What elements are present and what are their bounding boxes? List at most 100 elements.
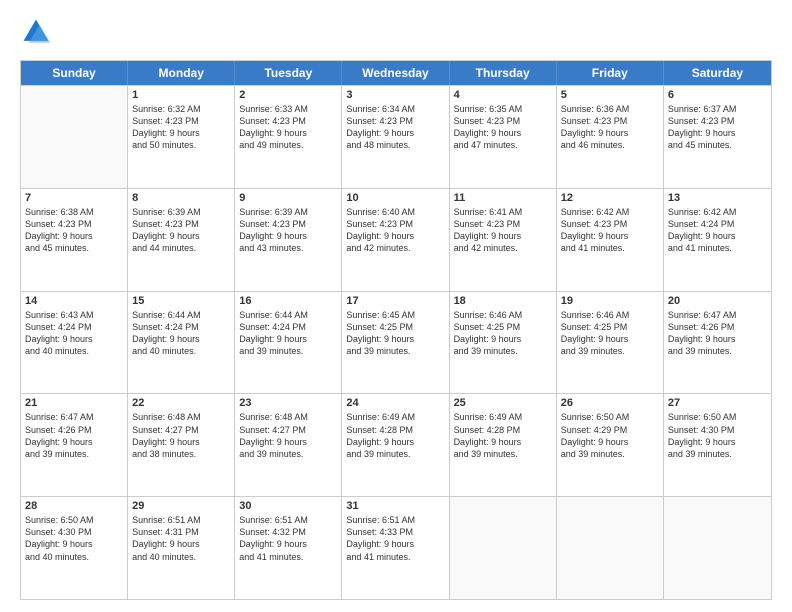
day-info: Sunrise: 6:37 AM Sunset: 4:23 PM Dayligh…: [668, 103, 767, 152]
day-number: 28: [25, 500, 123, 512]
day-number: 14: [25, 295, 123, 307]
day-number: 12: [561, 192, 659, 204]
calendar-cell: 13 Sunrise: 6:42 AM Sunset: 4:24 PM Dayli…: [664, 189, 771, 291]
page: SundayMondayTuesdayWednesdayThursdayFrid…: [0, 0, 792, 612]
day-info: Sunrise: 6:50 AM Sunset: 4:29 PM Dayligh…: [561, 411, 659, 460]
day-number: 31: [346, 500, 444, 512]
day-number: 1: [132, 89, 230, 101]
day-number: 5: [561, 89, 659, 101]
day-number: 11: [454, 192, 552, 204]
day-number: 3: [346, 89, 444, 101]
weekday-header: Thursday: [450, 61, 557, 85]
calendar-cell: 26 Sunrise: 6:50 AM Sunset: 4:29 PM Dayli…: [557, 394, 664, 496]
day-info: Sunrise: 6:51 AM Sunset: 4:31 PM Dayligh…: [132, 514, 230, 563]
day-number: 22: [132, 397, 230, 409]
calendar-cell: 2 Sunrise: 6:33 AM Sunset: 4:23 PM Daylig…: [235, 86, 342, 188]
day-info: Sunrise: 6:34 AM Sunset: 4:23 PM Dayligh…: [346, 103, 444, 152]
calendar-cell: 24 Sunrise: 6:49 AM Sunset: 4:28 PM Dayli…: [342, 394, 449, 496]
day-number: 17: [346, 295, 444, 307]
calendar-cell: 11 Sunrise: 6:41 AM Sunset: 4:23 PM Dayli…: [450, 189, 557, 291]
day-number: 25: [454, 397, 552, 409]
calendar-cell: 15Sunrise: 6:44 AM Sunset: 4:24 PM Dayli…: [128, 292, 235, 394]
day-info: Sunrise: 6:49 AM Sunset: 4:28 PM Dayligh…: [454, 411, 552, 460]
calendar-cell: 8 Sunrise: 6:39 AM Sunset: 4:23 PM Daylig…: [128, 189, 235, 291]
day-info: Sunrise: 6:35 AM Sunset: 4:23 PM Dayligh…: [454, 103, 552, 152]
day-info: Sunrise: 6:50 AM Sunset: 4:30 PM Dayligh…: [668, 411, 767, 460]
calendar-cell: 20 Sunrise: 6:47 AM Sunset: 4:26 PM Dayli…: [664, 292, 771, 394]
calendar-cell: 10Sunrise: 6:40 AM Sunset: 4:23 PM Dayli…: [342, 189, 449, 291]
calendar-cell: [21, 86, 128, 188]
weekday-header: Tuesday: [235, 61, 342, 85]
weekday-header: Wednesday: [342, 61, 449, 85]
day-info: Sunrise: 6:45 AM Sunset: 4:25 PM Dayligh…: [346, 309, 444, 358]
day-info: Sunrise: 6:40 AM Sunset: 4:23 PM Dayligh…: [346, 206, 444, 255]
calendar-cell: 4 Sunrise: 6:35 AM Sunset: 4:23 PM Daylig…: [450, 86, 557, 188]
day-info: Sunrise: 6:33 AM Sunset: 4:23 PM Dayligh…: [239, 103, 337, 152]
day-number: 7: [25, 192, 123, 204]
calendar-row: 1 Sunrise: 6:32 AM Sunset: 4:23 PM Daylig…: [21, 85, 771, 188]
calendar-cell: 29 Sunrise: 6:51 AM Sunset: 4:31 PM Dayli…: [128, 497, 235, 599]
day-info: Sunrise: 6:51 AM Sunset: 4:33 PM Dayligh…: [346, 514, 444, 563]
calendar-cell: 14 Sunrise: 6:43 AM Sunset: 4:24 PM Dayli…: [21, 292, 128, 394]
day-info: Sunrise: 6:43 AM Sunset: 4:24 PM Dayligh…: [25, 309, 123, 358]
logo-icon: [20, 16, 52, 48]
day-info: Sunrise: 6:38 AM Sunset: 4:23 PM Dayligh…: [25, 206, 123, 255]
calendar: SundayMondayTuesdayWednesdayThursdayFrid…: [20, 60, 772, 600]
day-number: 27: [668, 397, 767, 409]
day-info: Sunrise: 6:50 AM Sunset: 4:30 PM Dayligh…: [25, 514, 123, 563]
header: [20, 16, 772, 48]
calendar-cell: 31 Sunrise: 6:51 AM Sunset: 4:33 PM Dayli…: [342, 497, 449, 599]
day-number: 20: [668, 295, 767, 307]
day-number: 16: [239, 295, 337, 307]
calendar-cell: 28 Sunrise: 6:50 AM Sunset: 4:30 PM Dayli…: [21, 497, 128, 599]
day-info: Sunrise: 6:44 AM Sunset: 4:24 PM Dayligh…: [239, 309, 337, 358]
weekday-header: Monday: [128, 61, 235, 85]
day-number: 4: [454, 89, 552, 101]
day-number: 26: [561, 397, 659, 409]
day-info: Sunrise: 6:47 AM Sunset: 4:26 PM Dayligh…: [25, 411, 123, 460]
calendar-cell: 18Sunrise: 6:46 AM Sunset: 4:25 PM Dayli…: [450, 292, 557, 394]
day-info: Sunrise: 6:36 AM Sunset: 4:23 PM Dayligh…: [561, 103, 659, 152]
calendar-cell: 19Sunrise: 6:46 AM Sunset: 4:25 PM Dayli…: [557, 292, 664, 394]
day-info: Sunrise: 6:47 AM Sunset: 4:26 PM Dayligh…: [668, 309, 767, 358]
calendar-cell: 9 Sunrise: 6:39 AM Sunset: 4:23 PM Daylig…: [235, 189, 342, 291]
weekday-header: Sunday: [21, 61, 128, 85]
day-number: 29: [132, 500, 230, 512]
calendar-row: 14 Sunrise: 6:43 AM Sunset: 4:24 PM Dayli…: [21, 291, 771, 394]
day-number: 30: [239, 500, 337, 512]
day-number: 8: [132, 192, 230, 204]
calendar-cell: 22Sunrise: 6:48 AM Sunset: 4:27 PM Dayli…: [128, 394, 235, 496]
calendar-cell: 21 Sunrise: 6:47 AM Sunset: 4:26 PM Dayli…: [21, 394, 128, 496]
calendar-cell: 25 Sunrise: 6:49 AM Sunset: 4:28 PM Dayli…: [450, 394, 557, 496]
day-info: Sunrise: 6:42 AM Sunset: 4:24 PM Dayligh…: [668, 206, 767, 255]
calendar-cell: 16 Sunrise: 6:44 AM Sunset: 4:24 PM Dayli…: [235, 292, 342, 394]
calendar-cell: [664, 497, 771, 599]
day-info: Sunrise: 6:32 AM Sunset: 4:23 PM Dayligh…: [132, 103, 230, 152]
day-number: 23: [239, 397, 337, 409]
day-info: Sunrise: 6:49 AM Sunset: 4:28 PM Dayligh…: [346, 411, 444, 460]
day-number: 6: [668, 89, 767, 101]
day-number: 18: [454, 295, 552, 307]
day-info: Sunrise: 6:39 AM Sunset: 4:23 PM Dayligh…: [132, 206, 230, 255]
day-info: Sunrise: 6:44 AM Sunset: 4:24 PM Dayligh…: [132, 309, 230, 358]
day-info: Sunrise: 6:41 AM Sunset: 4:23 PM Dayligh…: [454, 206, 552, 255]
day-info: Sunrise: 6:42 AM Sunset: 4:23 PM Dayligh…: [561, 206, 659, 255]
calendar-cell: 12 Sunrise: 6:42 AM Sunset: 4:23 PM Dayli…: [557, 189, 664, 291]
calendar-cell: 6 Sunrise: 6:37 AM Sunset: 4:23 PM Daylig…: [664, 86, 771, 188]
calendar-cell: [450, 497, 557, 599]
calendar-row: 21 Sunrise: 6:47 AM Sunset: 4:26 PM Dayli…: [21, 393, 771, 496]
calendar-cell: 3 Sunrise: 6:34 AM Sunset: 4:23 PM Daylig…: [342, 86, 449, 188]
day-info: Sunrise: 6:48 AM Sunset: 4:27 PM Dayligh…: [239, 411, 337, 460]
day-number: 2: [239, 89, 337, 101]
day-number: 13: [668, 192, 767, 204]
calendar-cell: 17 Sunrise: 6:45 AM Sunset: 4:25 PM Dayli…: [342, 292, 449, 394]
day-number: 21: [25, 397, 123, 409]
weekday-header: Saturday: [664, 61, 771, 85]
calendar-header: SundayMondayTuesdayWednesdayThursdayFrid…: [21, 61, 771, 85]
calendar-cell: [557, 497, 664, 599]
calendar-cell: 5 Sunrise: 6:36 AM Sunset: 4:23 PM Daylig…: [557, 86, 664, 188]
day-number: 24: [346, 397, 444, 409]
day-info: Sunrise: 6:39 AM Sunset: 4:23 PM Dayligh…: [239, 206, 337, 255]
day-number: 9: [239, 192, 337, 204]
day-info: Sunrise: 6:51 AM Sunset: 4:32 PM Dayligh…: [239, 514, 337, 563]
